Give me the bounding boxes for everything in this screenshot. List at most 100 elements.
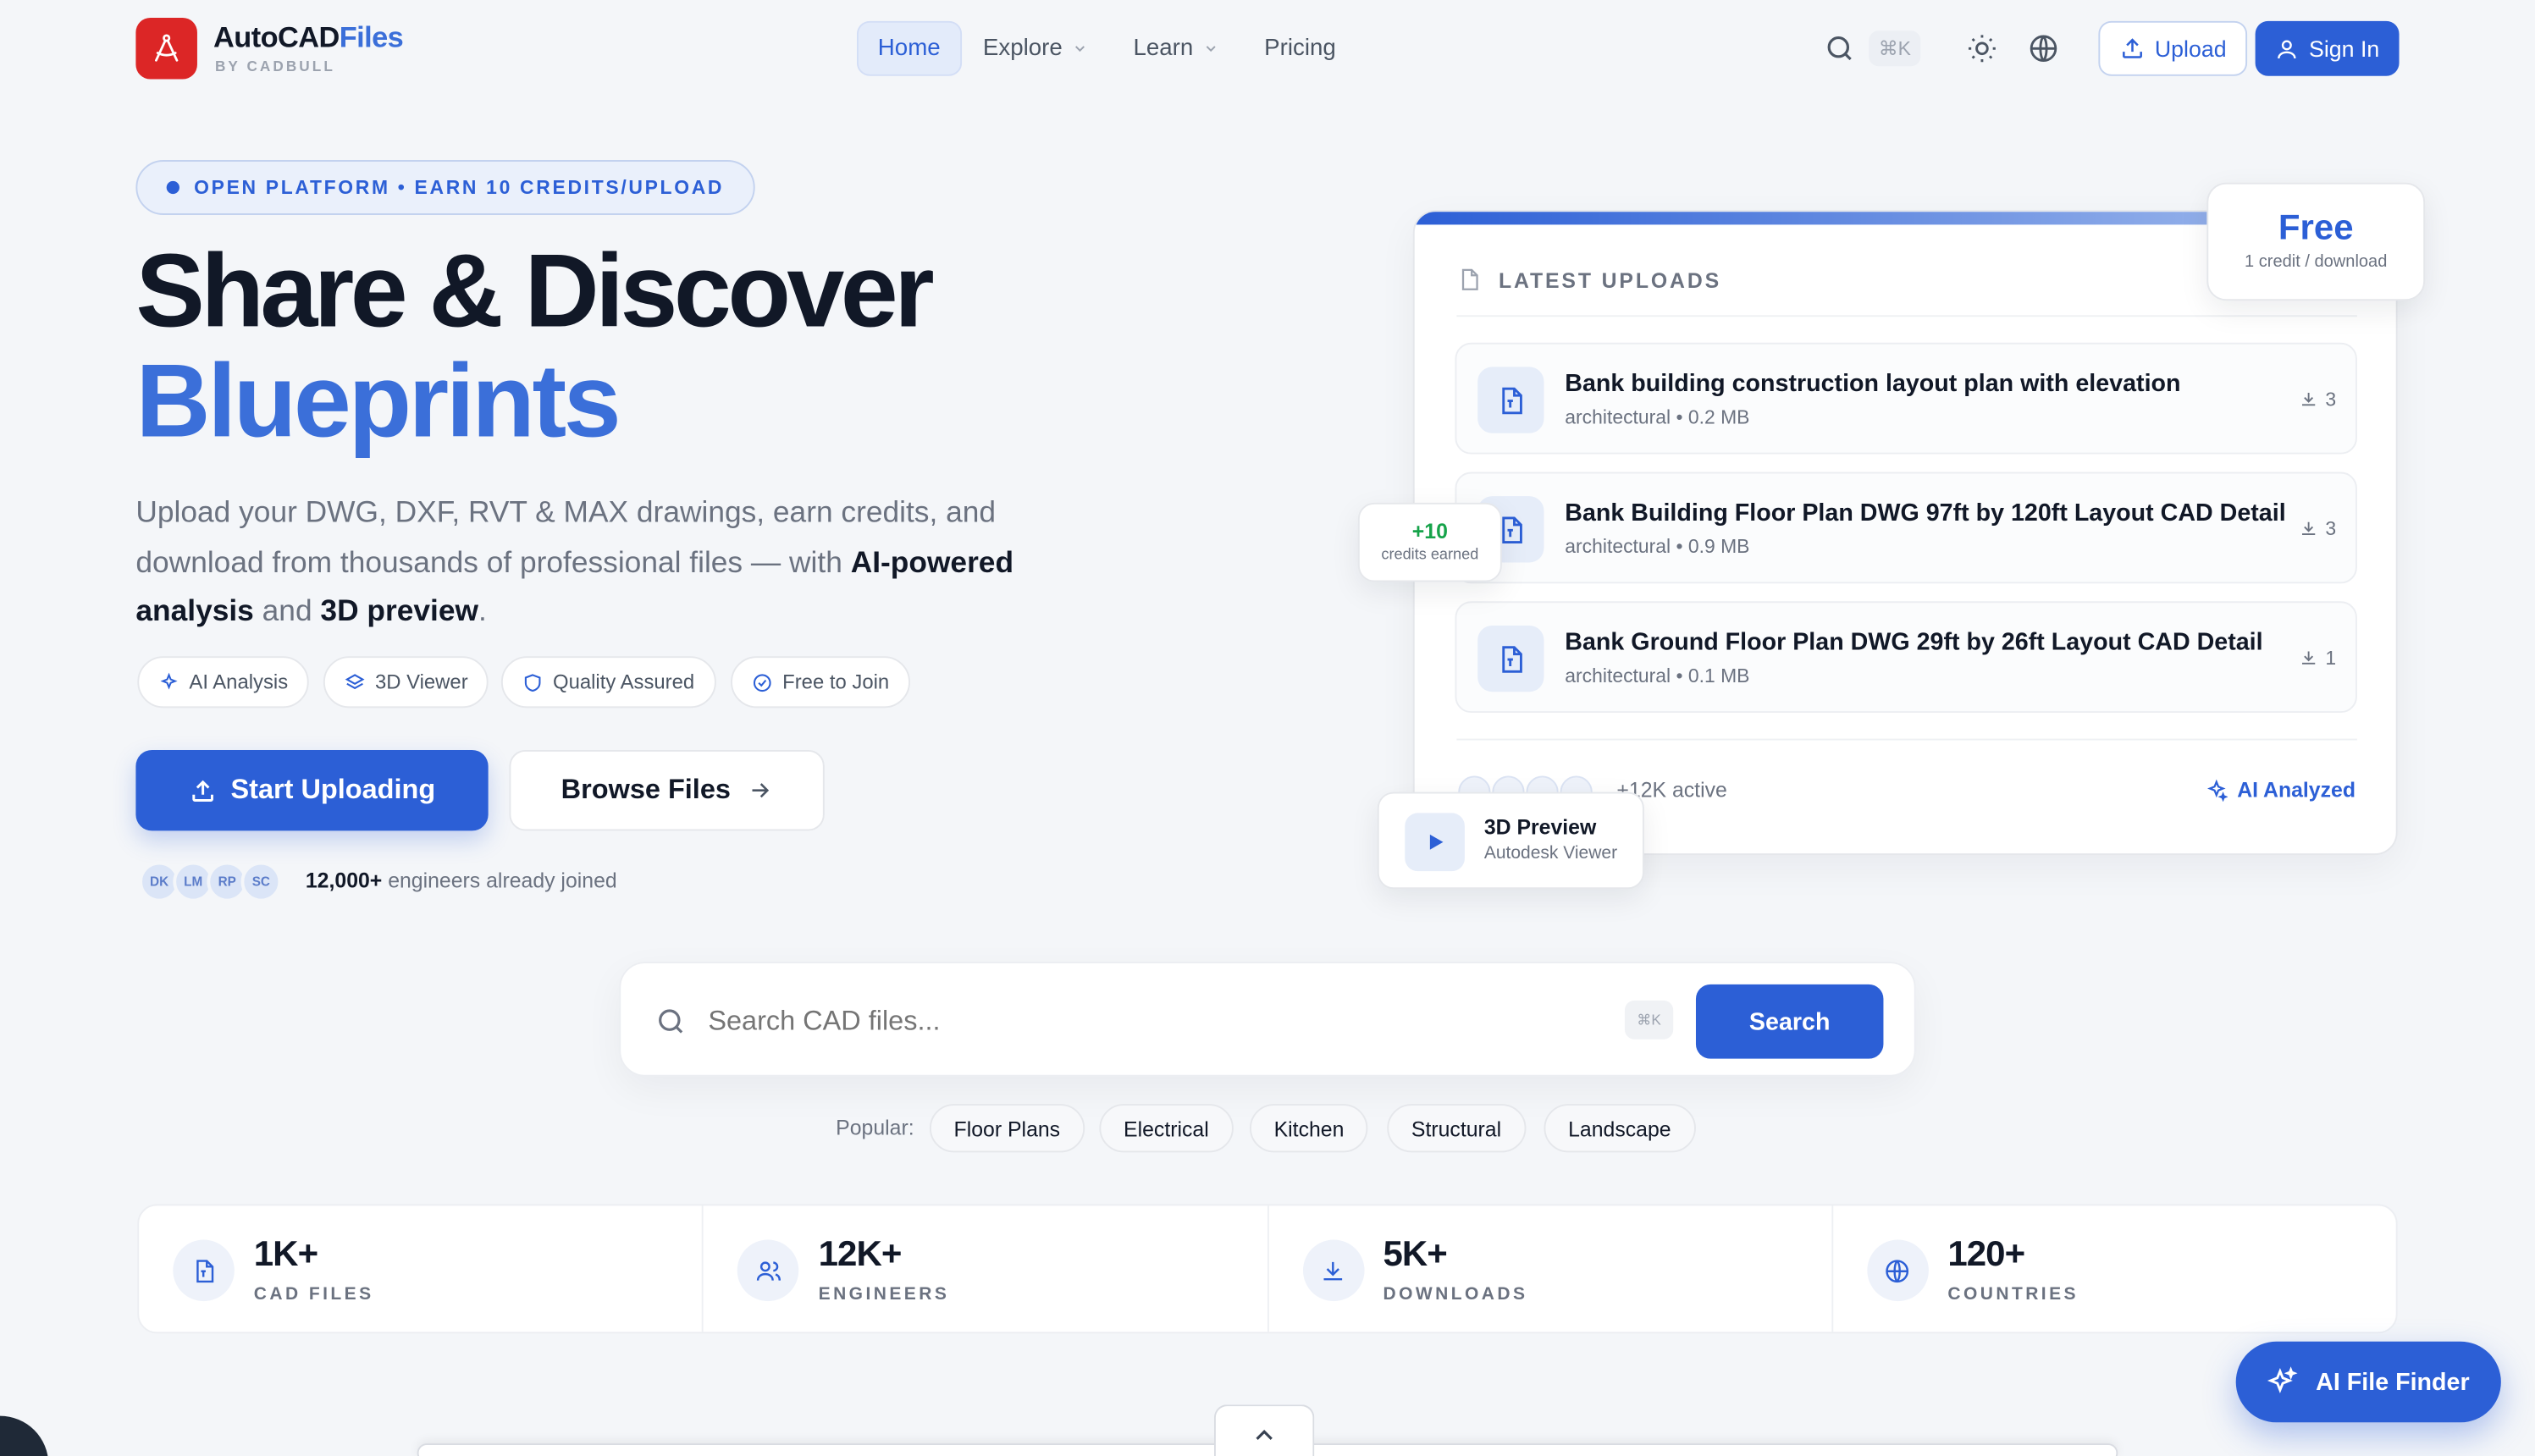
file-icon [173,1239,235,1302]
search-icon [659,1009,683,1034]
ai-file-finder-button[interactable]: AI File Finder [2235,1341,2501,1423]
upload-icon [2122,38,2142,58]
download-count: 1 [2300,647,2336,669]
3d-preview-title: 3D Preview [1483,814,1597,839]
brand-name[interactable]: AutoCADFiles [213,21,404,55]
tag-floor-plans[interactable]: Floor Plans [929,1104,1085,1153]
shortcut-badge: ⌘K [1869,30,1921,67]
avatar: SC [240,861,282,902]
stat-countries: 120+ COUNTRIES [1833,1205,2396,1332]
search-bar: ⌘K Search [619,962,1916,1077]
free-badge-sub: 1 credit / download [2245,251,2388,272]
check-circle-icon [753,673,771,692]
upload-meta: architectural • 0.1 MB [1565,664,1750,687]
stat-engineers: 12K+ ENGINEERS [704,1205,1268,1332]
nav-home[interactable]: Home [856,20,962,76]
stat-value: 12K+ [818,1233,903,1274]
search-shortcut: ⌘K [1624,1000,1674,1040]
avatar-stack: DK LM RP SC [139,861,282,902]
sparkle-icon [160,671,178,689]
stat-label: COUNTRIES [1947,1284,2079,1304]
3d-preview-sub: Autodesk Viewer [1483,843,1618,863]
credits-value: +10 [1411,518,1448,543]
latest-uploads-card: LATEST UPLOADS Bank building constructio… [1412,210,2398,856]
free-badge: Free 1 credit / download [2206,182,2426,301]
credits-earned-badge: +10 credits earned [1357,502,1502,582]
stat-cad-files: 1K+ CAD FILES [139,1205,704,1332]
sign-in-button[interactable]: Sign In [2255,20,2400,76]
divider [1456,738,2357,741]
credits-label: credits earned [1381,546,1479,565]
chevron-up-icon[interactable] [1213,1404,1315,1456]
upload-button[interactable]: Upload [2098,20,2248,76]
download-icon [2302,392,2316,406]
download-icon [1302,1239,1364,1302]
upload-meta: architectural • 0.2 MB [1565,405,1750,428]
ai-analyzed-label: AI Analyzed [2205,777,2356,802]
tag-landscape[interactable]: Landscape [1544,1104,1696,1153]
platform-pill: OPEN PLATFORM • EARN 10 CREDITS/UPLOAD [135,160,755,215]
stat-label: ENGINEERS [818,1284,950,1304]
chevron-down-icon [1206,46,1216,52]
users-icon [737,1239,799,1302]
globe-icon[interactable] [2027,32,2059,64]
3d-preview-badge: 3D Preview Autodesk Viewer [1377,791,1644,890]
free-badge-title: Free [2278,207,2354,248]
upload-title: Bank building construction layout plan w… [1565,370,2181,398]
hero-title-line1: Share & Discover [135,232,934,350]
logo-icon[interactable] [135,18,197,80]
stat-value: 5K+ [1383,1233,1447,1274]
download-icon [2302,651,2316,665]
search-input[interactable] [708,999,1614,1045]
window-corner [0,1415,49,1456]
user-icon [2278,39,2296,58]
search-icon[interactable] [1824,32,1856,64]
divider [1456,315,2357,317]
stat-label: CAD FILES [253,1284,374,1304]
start-uploading-button[interactable]: Start Uploading [135,749,489,831]
stats-bar: 1K+ CAD FILES 12K+ ENGINEERS 5K+ DOWNLOA… [137,1204,2398,1334]
download-count: 3 [2300,517,2336,540]
file-icon [1477,625,1544,692]
sun-icon[interactable] [1966,32,1998,64]
joined-text: 12,000+ engineers already joined [305,868,617,892]
hero-lead: Upload your DWG, DXF, RVT & MAX drawings… [135,494,1014,627]
browse-files-button[interactable]: Browse Files [509,749,825,831]
play-icon [1405,813,1465,872]
upload-row[interactable]: Bank building construction layout plan w… [1455,342,2357,455]
upload-icon [191,779,213,802]
tag-structural[interactable]: Structural [1387,1104,1526,1153]
shield-icon [524,673,541,692]
feature-ai-analysis: AI Analysis [137,656,309,709]
search-button[interactable]: Search [1695,984,1884,1059]
chevron-down-icon [1075,46,1085,52]
brand-subtitle: BY CADBULL [214,58,335,74]
feature-free: Free to Join [731,656,911,709]
upload-row[interactable]: Bank Ground Floor Plan DWG 29ft by 26ft … [1455,601,2357,714]
feature-3d-viewer: 3D Viewer [323,656,489,709]
latest-uploads-title: LATEST UPLOADS [1456,267,1721,293]
stat-label: DOWNLOADS [1383,1284,1528,1304]
layers-icon [345,673,365,689]
tag-kitchen[interactable]: Kitchen [1249,1104,1369,1153]
upload-title: Bank Ground Floor Plan DWG 29ft by 26ft … [1565,628,2263,657]
nav-pricing[interactable]: Pricing [1245,21,1355,76]
popular-label: Popular: [836,1115,914,1140]
globe-icon [1866,1239,1929,1302]
file-icon [1477,367,1544,433]
sparkle-icon [2206,778,2228,802]
upload-row[interactable]: Bank Building Floor Plan DWG 97ft by 120… [1455,472,2357,584]
file-icon [1461,268,1478,290]
stat-downloads: 5K+ DOWNLOADS [1268,1205,1833,1332]
download-count: 3 [2300,388,2336,411]
download-icon [2302,521,2316,536]
stat-value: 1K+ [253,1233,318,1274]
upload-meta: architectural • 0.9 MB [1565,535,1750,558]
upload-title: Bank Building Floor Plan DWG 97ft by 120… [1565,499,2286,527]
tag-electrical[interactable]: Electrical [1099,1104,1234,1153]
nav-learn[interactable]: Learn [1114,21,1239,76]
stat-value: 120+ [1947,1233,2025,1274]
hero-title-line2: Blueprints [135,342,621,460]
arrow-right-icon [752,783,770,798]
nav-explore[interactable]: Explore [964,21,1107,76]
